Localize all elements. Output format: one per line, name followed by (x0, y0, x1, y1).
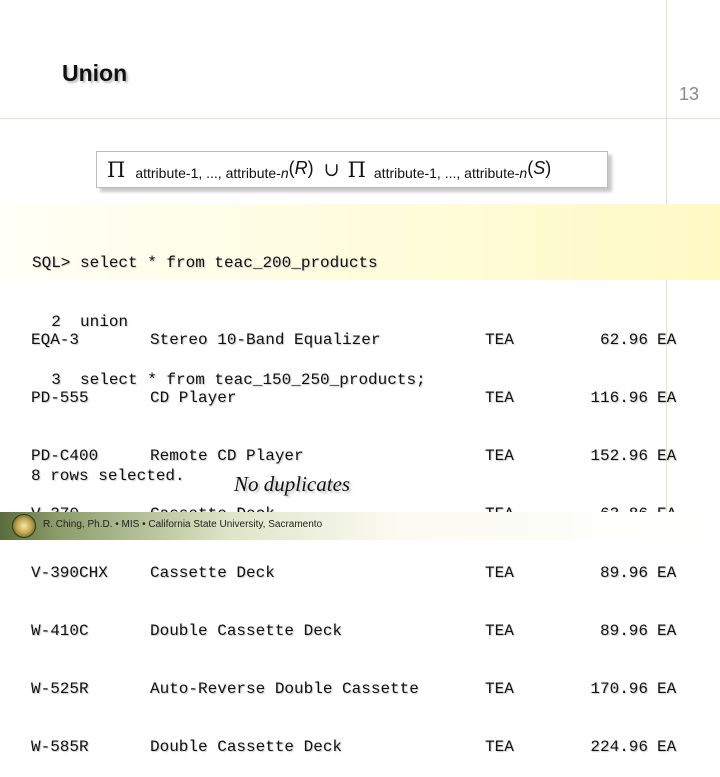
result-cell-name: Double Cassette Deck (150, 738, 343, 757)
result-cell-price: 89.96 (599, 621, 648, 640)
result-cell-price: 152.96 (590, 447, 648, 466)
formula-relation-s: S (533, 158, 546, 178)
projection-symbol-2: Π (347, 157, 366, 182)
university-seal-icon (12, 514, 36, 538)
formula-attributes-left: attribute-1, ..., attribute- (135, 164, 281, 181)
formula-n-right: n (519, 164, 528, 181)
result-cell-price: 224.96 (590, 738, 648, 757)
formula-close-paren-left: ) (307, 158, 314, 178)
formula-close-paren-right: ) (545, 158, 552, 178)
result-cell-unit: EA (657, 621, 677, 640)
result-cell-code: W-410C (31, 621, 89, 640)
result-cell-name: Auto-Reverse Double Cassette (150, 680, 419, 699)
result-cell-name: Cassette Deck (150, 563, 275, 582)
projection-symbol: Π (107, 157, 126, 182)
formula-n-left: n (280, 164, 289, 181)
result-cell-unit: EA (657, 447, 677, 466)
result-cell-code: V-390CHX (31, 563, 108, 582)
result-cell-manufacturer: TEA (485, 389, 514, 408)
slide-title: Union (62, 60, 128, 86)
result-cell-manufacturer: TEA (485, 680, 514, 699)
horizontal-divider (0, 118, 720, 119)
no-duplicates-note: No duplicates (234, 472, 351, 496)
result-cell-code: W-585R (31, 738, 89, 757)
result-cell-unit: EA (657, 738, 677, 757)
result-cell-price: 62.96 (599, 330, 648, 349)
slide-number: 13 (679, 84, 700, 104)
result-cell-price: 170.96 (590, 680, 648, 699)
formula-relation-r: R (294, 158, 308, 178)
rows-selected-text: 8 rows selected. (31, 467, 185, 485)
result-cell-unit: EA (657, 330, 677, 349)
result-cell-manufacturer: TEA (485, 738, 514, 757)
result-cell-code: PD-C400 (31, 447, 99, 466)
result-cell-manufacturer: TEA (485, 621, 514, 640)
result-cell-name: Remote CD Player (150, 447, 304, 466)
formula-attributes-right: attribute-1, ..., attribute- (373, 164, 520, 181)
result-cell-price: 116.96 (590, 389, 648, 408)
result-cell-name: Double Cassette Deck (150, 621, 343, 640)
result-cell-name: CD Player (150, 389, 237, 408)
footer-credit: R. Ching, Ph.D. • MIS • California State… (43, 519, 323, 530)
result-cell-name: Stereo 10-Band Equalizer (150, 330, 381, 349)
result-cell-manufacturer: TEA (485, 447, 514, 466)
sql-line: SQL> select * from teac_200_products (32, 254, 378, 272)
result-cell-manufacturer: TEA (485, 330, 514, 349)
result-cell-unit: EA (657, 563, 677, 582)
union-symbol: ∪ (323, 158, 340, 181)
result-cell-price: 89.96 (599, 563, 648, 582)
result-cell-unit: EA (657, 389, 677, 408)
union-formula-box: Π attribute-1, ..., attribute- n ( R ) ∪… (96, 151, 608, 188)
result-cell-code: W-525R (31, 680, 89, 699)
result-cell-code: EQA-3 (31, 330, 80, 349)
result-cell-code: PD-555 (31, 389, 89, 408)
result-cell-unit: EA (657, 680, 677, 699)
result-cell-manufacturer: TEA (485, 563, 514, 582)
